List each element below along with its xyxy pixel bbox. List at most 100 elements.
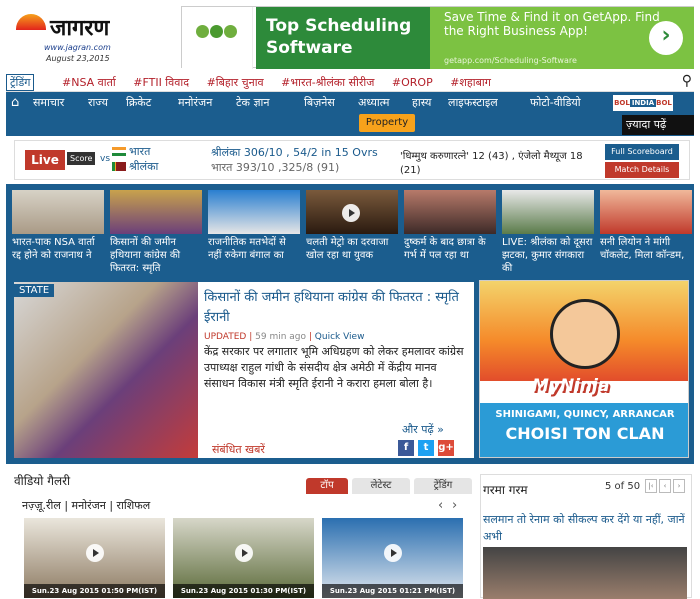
trending-item[interactable]: #OROP [392,76,433,89]
strip-card[interactable]: दुष्कर्म के बाद छात्रा के गर्भ में पल रह… [404,190,496,278]
first-page-icon[interactable]: |‹ [645,479,657,493]
ad-headline[interactable]: Top Scheduling Software [256,7,430,69]
strip-card[interactable]: भारत-पाक NSA वार्ता रद्द होने को राजनाथ … [12,190,104,278]
strip-caption[interactable]: चलती मेट्रो का दरवाजा खोल रहा था युवक [306,236,398,278]
nav-item-entertainment[interactable]: मनोरंजन [178,95,212,110]
match-details-button[interactable]: Match Details [605,162,679,178]
main-nav: ⌂ समाचार राज्य क्रिकेट मनोरंजन टेक ज्ञान… [6,92,694,136]
video-card[interactable]: Sun.23 Aug 2015 01:50 PM(IST) [24,518,165,598]
strip-image [306,190,398,234]
trending-item[interactable]: #भारत-श्रीलंका सीरीज [281,76,374,89]
trending-item[interactable]: #NSA वार्ता [62,76,116,89]
top-ad-banner[interactable]: Top Scheduling Software Save Time & Find… [181,6,694,69]
strip-card[interactable]: सनी लियोन ने मांगी चॉकलेट, मिला कॉन्डम, [600,190,692,278]
strip-caption[interactable]: राजनीतिक मतभेदों से नहीं रुकेगा बंगाल का [208,236,300,278]
sun-logo-icon [16,14,46,30]
strip-caption[interactable]: LIVE: श्रीलंका को दूसरा झटका, कुमार संगक… [502,236,594,278]
tab-trending[interactable]: ट्रेंडिंग [414,478,472,494]
india-flag-icon [112,147,126,156]
header-date: August 23,2015 [46,54,110,63]
play-icon[interactable] [86,544,104,562]
next-page-icon[interactable]: › [673,479,685,493]
full-scoreboard-button[interactable]: Full Scoreboard [605,144,679,160]
video-card[interactable]: Sun.23 Aug 2015 01:30 PM(IST) [173,518,314,598]
ad-source-url: getapp.com/Scheduling-Software [444,56,577,65]
strip-card[interactable]: किसानों की जमीन हथियाना कांग्रेस की फितर… [110,190,202,278]
state-badge[interactable]: STATE [14,284,55,297]
strip-card[interactable]: LIVE: श्रीलंका को दूसरा झटका, कुमार संगक… [502,190,594,278]
featured-headline[interactable]: किसानों की जमीन हथियाना कांग्रेस की फितर… [204,288,466,328]
nav-item-photo-video[interactable]: फोटो-वीडियो [530,95,581,110]
more-menu-button[interactable]: ज़्यादा पढ़ें [622,115,694,135]
garma-garam-image[interactable] [483,547,687,599]
trending-item[interactable]: #FTII विवाद [133,76,189,89]
strip-image [110,190,202,234]
people-icon [196,25,238,51]
facebook-icon[interactable]: f [398,440,414,456]
garma-garam-widget: गरमा गरम 5 of 50 |‹ ‹ › सलमान तो रेनाम क… [480,474,692,599]
video-categories[interactable]: नज़्ज़ू.रील | मनोरंजन | राशिफल [22,498,150,513]
ad-cta[interactable]: CHOISI TON CLAN [480,424,688,443]
strip-caption[interactable]: भारत-पाक NSA वार्ता रद्द होने को राजनाथ … [12,236,104,278]
vs-label: vs [100,154,111,164]
video-gallery-title: वीडियो गैलरी [14,474,71,488]
strip-image [404,190,496,234]
property-button[interactable]: Property [359,114,415,132]
strip-card[interactable]: चलती मेट्रो का दरवाजा खोल रहा था युवक [306,190,398,278]
play-icon[interactable] [235,544,253,562]
garma-garam-headline[interactable]: सलमान तो रेनाम को सीकल्प कर देंगे या नही… [483,511,687,545]
nav-item-lifestyle[interactable]: लाइफस्टाइल [448,95,498,110]
chevron-right-icon[interactable]: › [649,21,683,55]
ad-logo: MyNinja [532,376,610,396]
play-icon[interactable] [342,204,360,222]
score-line-1: श्रीलंका 306/10 , 54/2 in 15 Ovrs [211,146,378,159]
site-url: www.jagran.com [44,43,111,52]
update-info: UPDATED | 59 min ago | Quick View [204,332,365,342]
score-line-2: भारत 393/10 ,325/8 (91) [211,161,340,174]
jagran-logo[interactable]: जागरण www.jagran.com August 23,2015 [14,10,134,66]
brand-name: जागरण [50,15,110,41]
nav-item-tech[interactable]: टेक ज्ञान [236,95,270,110]
quick-view-link[interactable]: Quick View [315,332,365,342]
video-tabs: टॉप लेटेस्ट ट्रेंडिंग [306,478,474,494]
strip-caption[interactable]: किसानों की जमीन हथियाना कांग्रेस की फितर… [110,236,202,278]
side-ad-banner[interactable]: MyNinja SHINIGAMI, QUINCY, ARRANCAR CHOI… [479,280,689,458]
nav-item-humor[interactable]: हास्य [412,95,431,110]
team1-name: भारत [129,145,151,158]
strip-caption[interactable]: दुष्कर्म के बाद छात्रा के गर्भ में पल रह… [404,236,496,278]
strip-card[interactable]: राजनीतिक मतभेदों से नहीं रुकेगा बंगाल का [208,190,300,278]
trending-label: ट्रेंडिंग [6,74,35,91]
nav-item-news[interactable]: समाचार [33,95,64,110]
video-timestamp: Sun.23 Aug 2015 01:50 PM(IST) [24,584,165,598]
video-card[interactable]: Sun.23 Aug 2015 01:21 PM(IST) [322,518,463,598]
photo-strip: भारत-पाक NSA वार्ता रद्द होने को राजनाथ … [6,184,694,282]
tab-latest[interactable]: लेटेस्ट [352,478,410,494]
search-icon[interactable]: ⚲ [682,73,692,89]
strip-caption[interactable]: सनी लियोन ने मांगी चॉकलेट, मिला कॉन्डम, [600,236,692,278]
trending-bar: ट्रेंडिंग #NSA वार्ता #FTII विवाद #बिहार… [6,72,694,92]
live-badge: Live [25,150,65,170]
chevron-right-icon[interactable]: › [452,498,457,513]
chevron-left-icon[interactable]: ‹ [438,498,443,513]
googleplus-icon[interactable]: g+ [438,440,454,456]
live-score-widget[interactable]: Live Score vs भारत श्रीलंका श्रीलंका 306… [14,140,690,180]
play-icon[interactable] [384,544,402,562]
twitter-icon[interactable]: t [418,440,434,456]
prev-page-icon[interactable]: ‹ [659,479,671,493]
featured-photo[interactable] [14,282,198,458]
bol-india-bol-logo[interactable]: BOL INDIA BOL [613,95,673,111]
trending-item[interactable]: #बिहार चुनाव [207,76,264,89]
video-gallery: वीडियो गैलरी टॉप लेटेस्ट ट्रेंडिंग नज़्ज… [14,470,472,598]
nav-item-state[interactable]: राज्य [88,95,108,110]
score-label: Score [67,152,96,165]
nav-item-business[interactable]: बिज़नेस [304,95,335,110]
nav-item-spiritual[interactable]: अध्यात्म [358,95,389,110]
trending-item[interactable]: #शहाबाग [450,76,491,89]
srilanka-flag-icon [112,162,126,171]
nav-item-cricket[interactable]: क्रिकेट [126,95,151,110]
home-icon[interactable]: ⌂ [11,95,25,110]
related-news-link[interactable]: संबंधित खबरें [212,442,265,457]
read-more-link[interactable]: और पढ़ें » [402,422,444,437]
ad-subtitle: SHINIGAMI, QUINCY, ARRANCAR [495,409,675,420]
tab-top[interactable]: टॉप [306,478,348,494]
